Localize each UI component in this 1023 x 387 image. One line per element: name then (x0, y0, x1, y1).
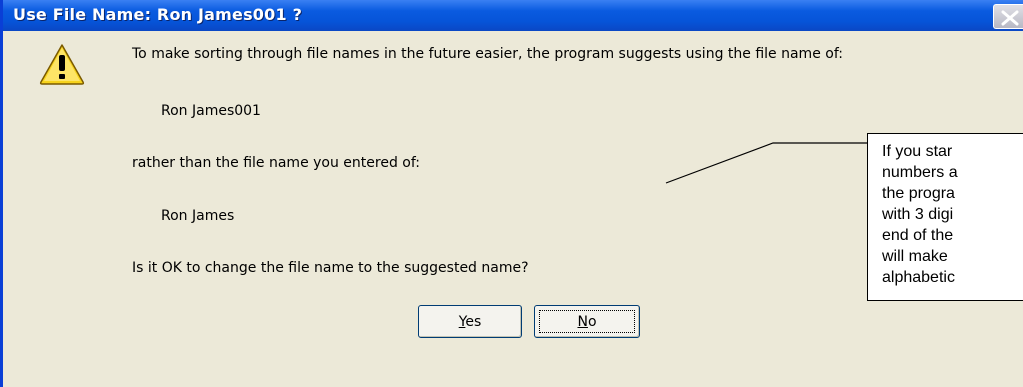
callout-line: If you star (882, 143, 953, 160)
callout-line: will make (882, 248, 948, 265)
callout-line: numbers a (882, 164, 958, 181)
callout-line: the progra (882, 185, 955, 202)
entered-file-name: Ron James (161, 208, 235, 224)
callout-line: with 3 digi (882, 206, 954, 223)
title-bar[interactable]: Use File Name: Ron James001 ? (3, 0, 1023, 31)
message-rather-than: rather than the file name you entered of… (132, 155, 421, 171)
focus-rectangle (539, 310, 635, 333)
message-question: Is it OK to change the file name to the … (132, 260, 529, 276)
suggested-file-name: Ron James001 (161, 103, 261, 119)
close-icon (1001, 10, 1019, 26)
annotation-callout-box: If you star numbers a the progra with 3 … (867, 133, 1023, 301)
callout-line: end of the (882, 227, 954, 244)
message-intro: To make sorting through file names in th… (132, 46, 843, 62)
close-button[interactable] (993, 4, 1023, 29)
no-button[interactable]: No (534, 305, 640, 338)
callout-line: alphabetic (882, 269, 955, 286)
warning-icon (39, 44, 85, 85)
window-title: Use File Name: Ron James001 ? (13, 5, 303, 24)
yes-button-label: Yes (458, 313, 482, 330)
yes-button[interactable]: Yes (418, 305, 522, 338)
